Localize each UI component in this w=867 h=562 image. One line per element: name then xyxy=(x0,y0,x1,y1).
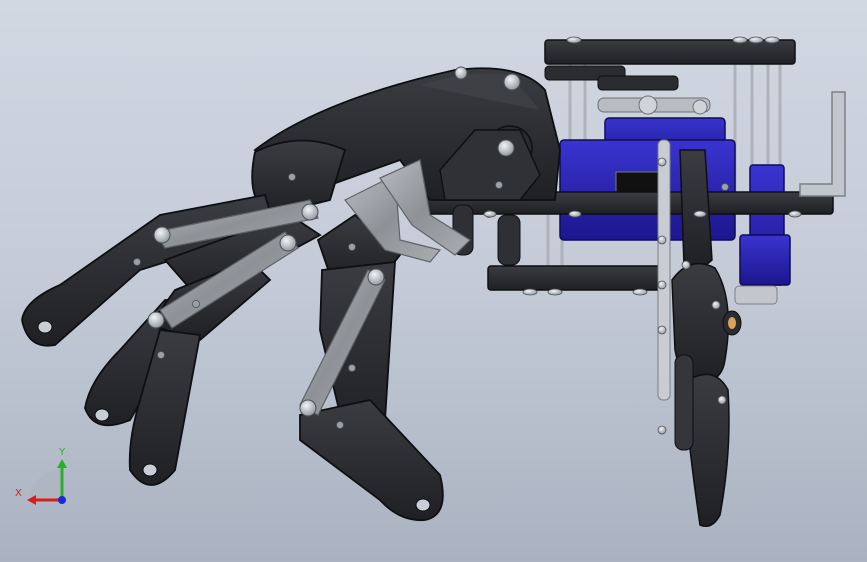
thumb-metal-strap xyxy=(657,139,671,401)
little-tip-hole xyxy=(415,498,431,512)
servo-horn-pulley[interactable] xyxy=(597,95,711,115)
triad-plane xyxy=(29,469,62,500)
view-orientation-triad[interactable]: X Y xyxy=(15,447,67,505)
thumb-link xyxy=(674,354,694,451)
index-tip-hole xyxy=(37,320,53,334)
x-axis-label: X xyxy=(15,488,22,499)
z-axis-dot xyxy=(58,496,66,504)
cad-viewport[interactable]: X Y xyxy=(0,0,867,562)
ring-tip-hole xyxy=(142,463,158,477)
servo-bottom xyxy=(739,234,791,286)
top-plate xyxy=(544,39,796,65)
y-axis-arrowhead xyxy=(57,459,67,468)
cable-guides xyxy=(544,65,679,91)
y-axis-label: Y xyxy=(58,447,66,458)
lower-plate xyxy=(487,265,664,291)
middle-tip-hole xyxy=(94,408,110,422)
mounting-bracket[interactable] xyxy=(799,91,846,197)
robotic-hand-model[interactable]: X Y xyxy=(0,0,867,562)
bracket-lower xyxy=(734,285,778,305)
